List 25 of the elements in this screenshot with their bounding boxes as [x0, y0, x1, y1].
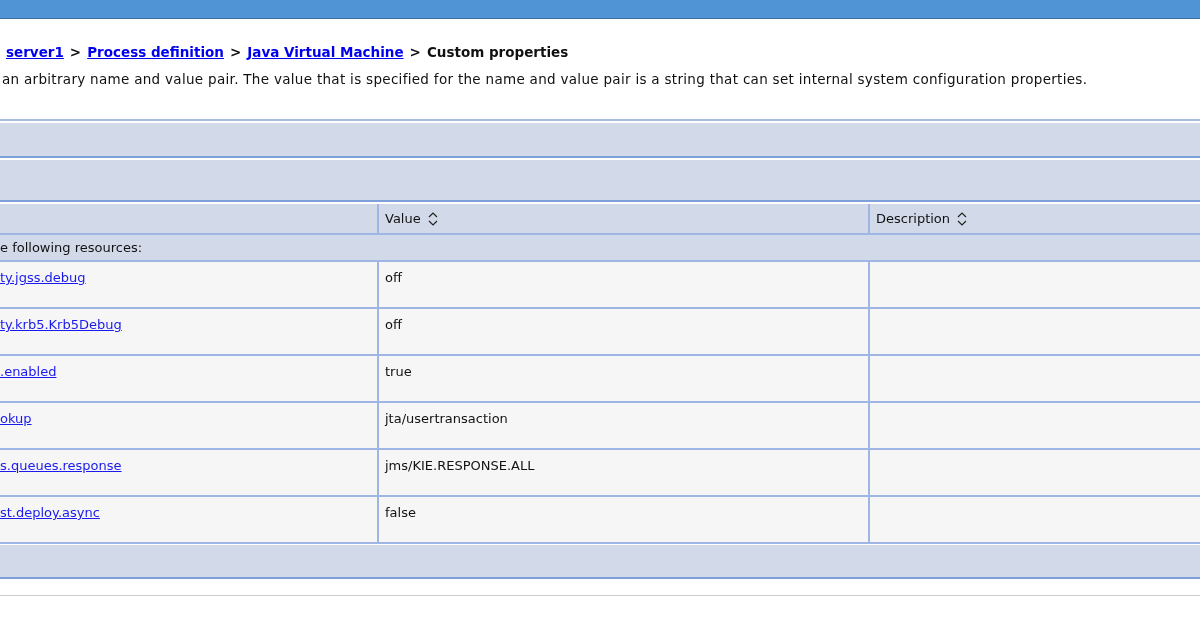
- breadcrumb-separator: >: [409, 44, 421, 60]
- sort-icon: [426, 210, 439, 227]
- table-cell: jms/KIE.RESPONSE.ALL: [377, 450, 868, 497]
- table-cell: off: [377, 262, 868, 309]
- table-cell: true: [377, 356, 868, 403]
- property-link[interactable]: ty.jgss.debug: [0, 270, 86, 285]
- page-title: Custom properties: [426, 44, 569, 60]
- breadcrumb-link[interactable]: Java Virtual Machine: [247, 44, 404, 60]
- table-cell: false: [377, 497, 868, 544]
- property-link[interactable]: st.deploy.async: [0, 505, 100, 520]
- page-description: an arbitrary name and value pair. The value that is specified for the name and value pair is a string that can set internal system configuration properties.: [2, 71, 1089, 87]
- group-row: e following resources:: [0, 235, 1200, 262]
- column-header[interactable]: Value: [377, 204, 868, 235]
- column-header[interactable]: Description: [868, 204, 1200, 235]
- sort-icon: [956, 210, 969, 227]
- table-cell: off: [377, 309, 868, 356]
- property-link[interactable]: okup: [0, 411, 32, 426]
- breadcrumb-separator: >: [229, 44, 242, 60]
- property-link[interactable]: s.queues.response: [0, 458, 122, 473]
- breadcrumb-link[interactable]: Process definition: [87, 44, 224, 60]
- breadcrumb-link[interactable]: server1: [6, 44, 64, 60]
- table-cell: jta/usertransaction: [377, 403, 868, 450]
- property-link[interactable]: ty.krb5.Krb5Debug: [0, 317, 122, 332]
- property-link[interactable]: .enabled: [0, 364, 57, 379]
- breadcrumb-separator: >: [69, 44, 82, 60]
